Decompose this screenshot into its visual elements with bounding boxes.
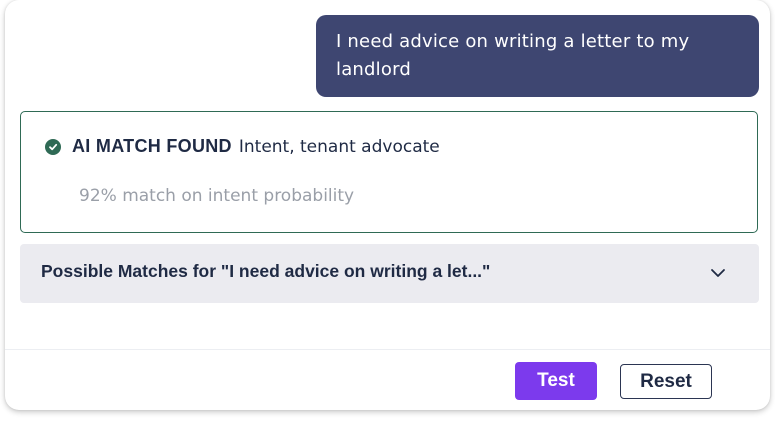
footer-divider [5, 349, 770, 350]
match-header: AI MATCH FOUND Intent, tenant advocate [45, 136, 440, 157]
chevron-down-icon[interactable] [709, 265, 727, 279]
test-panel: I need advice on writing a letter to my … [5, 0, 770, 410]
match-intent: Intent, tenant advocate [238, 136, 440, 157]
user-message-text: I need advice on writing a letter to my … [336, 31, 690, 80]
reset-button[interactable]: Reset [620, 364, 712, 399]
ai-match-card: AI MATCH FOUND Intent, tenant advocate 9… [20, 111, 758, 233]
test-button[interactable]: Test [515, 362, 597, 400]
possible-matches-label: Possible Matches for "I need advice on w… [41, 261, 491, 281]
possible-matches-accordion[interactable]: Possible Matches for "I need advice on w… [20, 244, 759, 303]
check-circle-icon [45, 138, 61, 155]
user-message-bubble: I need advice on writing a letter to my … [316, 15, 759, 97]
match-probability: 92% match on intent probability [79, 186, 355, 206]
match-title: AI MATCH FOUND [72, 136, 232, 156]
